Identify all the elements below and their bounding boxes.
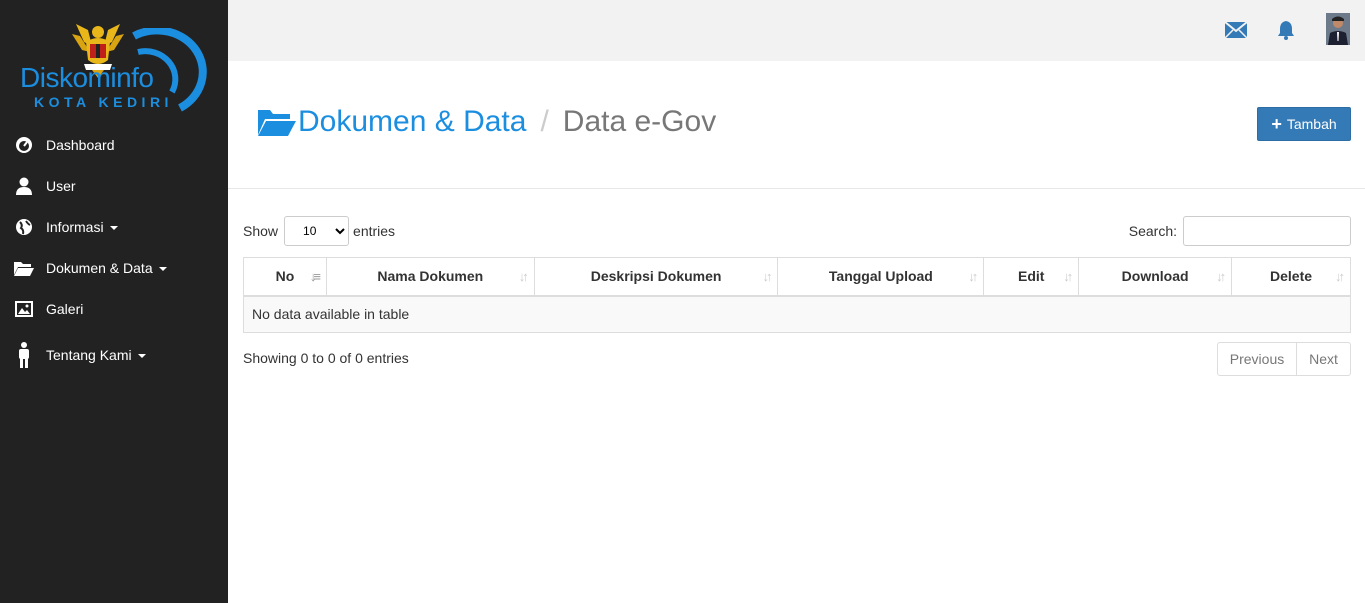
sort-icon: ↓↑ [968, 269, 978, 284]
caret-down-icon [109, 225, 118, 230]
column-header-edit[interactable]: Edit ↓↑ [983, 257, 1080, 297]
sidebar-item-label: Tentang Kami [46, 347, 132, 363]
picture-icon [14, 300, 34, 318]
entries-length: Show 10 entries [243, 216, 395, 246]
sidebar-item-user[interactable]: User [0, 165, 228, 206]
sort-icon: ↓↑ [1063, 269, 1073, 284]
sidebar-item-label: User [46, 177, 76, 194]
caret-down-icon [158, 266, 167, 271]
sidebar: Diskominfo KOTA KEDIRI Dashboard User In… [0, 0, 228, 603]
avatar[interactable] [1326, 13, 1350, 45]
person-icon [14, 342, 34, 368]
folder-open-icon [258, 110, 296, 136]
pagination: Previous Next [1217, 342, 1351, 376]
sort-icon: ↓↑ [762, 269, 772, 284]
dashboard-icon [14, 136, 34, 154]
folder-open-icon [14, 259, 34, 277]
breadcrumb-parent-link[interactable]: Dokumen & Data [298, 105, 526, 139]
brand-city: KOTA KEDIRI [34, 94, 173, 110]
top-bar [228, 0, 1365, 61]
breadcrumb-separator: / [540, 105, 549, 138]
table-info: Showing 0 to 0 of 0 entries [243, 350, 409, 366]
column-header-delete[interactable]: Delete ↓↑ [1231, 257, 1351, 297]
breadcrumb: Dokumen & Data / Data e-Gov [258, 105, 716, 139]
sidebar-item-tentang-kami[interactable]: Tentang Kami [0, 329, 228, 381]
table-controls: Show 10 entries Search: [243, 216, 1351, 246]
globe-icon [14, 218, 34, 236]
column-header-download[interactable]: Download ↓↑ [1078, 257, 1233, 297]
entries-label: entries [353, 223, 396, 239]
column-header-tanggal-upload[interactable]: Tanggal Upload ↓↑ [777, 257, 985, 297]
table-header-row: No ↓≡ Nama Dokumen ↓↑ Deskripsi Dokumen ↓↑ … [243, 257, 1351, 297]
add-button[interactable]: + Tambah [1257, 107, 1351, 141]
next-button[interactable]: Next [1297, 342, 1351, 376]
plus-icon: + [1271, 114, 1282, 134]
sidebar-item-informasi[interactable]: Informasi [0, 206, 228, 247]
sidebar-item-galeri[interactable]: Galeri [0, 288, 228, 329]
entries-select[interactable]: 10 [284, 216, 350, 246]
column-header-nama-dokumen[interactable]: Nama Dokumen ↓↑ [325, 257, 535, 297]
logo[interactable]: Diskominfo KOTA KEDIRI [0, 0, 228, 120]
caret-down-icon [137, 354, 146, 358]
sidebar-item-label: Dokumen & Data [46, 259, 153, 276]
sort-icon: ↓↑ [518, 269, 529, 284]
brand-name: Diskominfo [20, 62, 154, 93]
sidebar-item-dashboard[interactable]: Dashboard [0, 124, 228, 165]
mail-icon[interactable] [1224, 18, 1248, 42]
page-header: Dokumen & Data / Data e-Gov + Tambah [228, 61, 1365, 189]
user-icon [14, 177, 34, 195]
empty-table-message: No data available in table [243, 295, 1351, 333]
sidebar-item-dokumen-data[interactable]: Dokumen & Data [0, 247, 228, 288]
table-row: No data available in table [243, 295, 1351, 333]
sidebar-nav: Dashboard User Informasi Dokumen & Data [0, 124, 228, 381]
column-header-no[interactable]: No ↓≡ [243, 257, 327, 297]
column-header-deskripsi-dokumen[interactable]: Deskripsi Dokumen ↓↑ [533, 257, 779, 297]
bell-icon[interactable] [1274, 18, 1298, 42]
sort-asc-icon: ↓≡ [309, 269, 321, 284]
sidebar-item-label: Galeri [46, 300, 84, 317]
add-button-label: Tambah [1286, 116, 1337, 132]
page-title: Data e-Gov [562, 105, 717, 138]
show-label: Show [243, 223, 279, 239]
sort-icon: ↓↑ [1216, 269, 1226, 284]
search-input[interactable] [1183, 216, 1351, 246]
documents-table: No ↓≡ Nama Dokumen ↓↑ Deskripsi Dokumen ↓↑ … [243, 257, 1351, 333]
sidebar-item-label: Informasi [46, 218, 104, 235]
sort-icon: ↓↑ [1335, 269, 1345, 284]
previous-button[interactable]: Previous [1217, 342, 1297, 376]
sidebar-item-label: Dashboard [46, 136, 115, 153]
search-label: Search: [1128, 223, 1177, 239]
table-search: Search: [1129, 216, 1351, 246]
